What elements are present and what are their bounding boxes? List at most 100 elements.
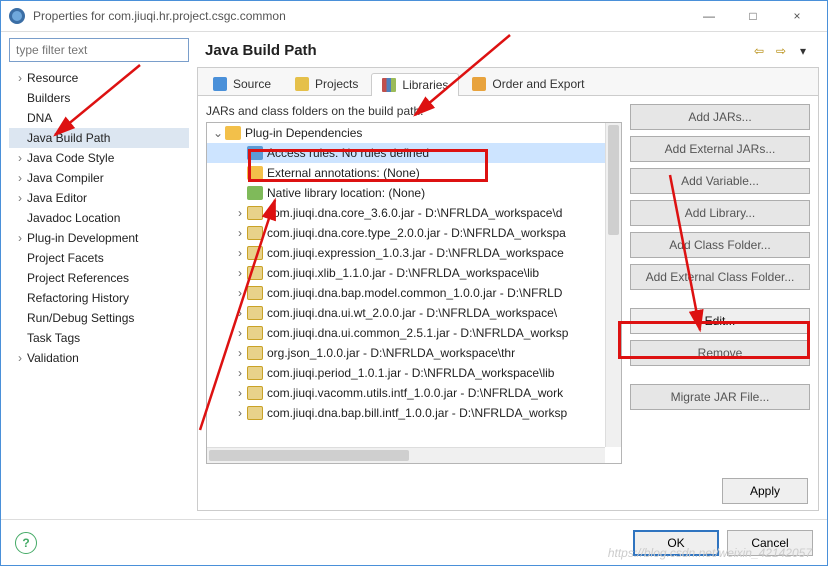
sidebar-item-project-references[interactable]: Project References: [9, 268, 189, 288]
tree-node[interactable]: ›com.jiuqi.dna.ui.common_2.5.1.jar - D:\…: [207, 323, 621, 343]
twisty-icon: ›: [233, 386, 247, 400]
tree-node[interactable]: › com.jiuqi.vacomm.utils.intf_1.0.0.jar -…: [207, 383, 621, 403]
sidebar-item-java-code-style[interactable]: ›Java Code Style: [9, 148, 189, 168]
ok-button[interactable]: OK: [633, 530, 719, 556]
jar-icon: [247, 406, 263, 420]
migrate-jar-button[interactable]: Migrate JAR File...: [630, 384, 810, 410]
tree-node-label: com.jiuqi.dna.bap.model.common_1.0.0.jar…: [267, 286, 562, 300]
add-class-folder-button[interactable]: Add Class Folder...: [630, 232, 810, 258]
sidebar-item-builders[interactable]: Builders: [9, 88, 189, 108]
horizontal-scrollbar[interactable]: [207, 447, 605, 463]
libraries-tree[interactable]: ⌄Plug-in Dependencies Access rules: No r…: [206, 122, 622, 464]
sidebar-item-javadoc-location[interactable]: Javadoc Location: [9, 208, 189, 228]
add-jars-button[interactable]: Add JARs...: [630, 104, 810, 130]
jar-icon: [247, 266, 263, 280]
tab-label: Projects: [315, 77, 358, 91]
sidebar-item-label: Resource: [27, 71, 78, 85]
maximize-button[interactable]: □: [731, 2, 775, 30]
sidebar-item-label: DNA: [27, 111, 52, 125]
jars-label: JARs and class folders on the build path…: [206, 104, 622, 118]
tree-node[interactable]: ›org.json_1.0.0.jar - D:\NFRLDA_workspac…: [207, 343, 621, 363]
jar-icon: [247, 246, 263, 260]
back-icon[interactable]: ⇦: [751, 43, 767, 59]
sidebar-item-label: Refactoring History: [27, 291, 129, 305]
twisty-icon: ›: [233, 406, 247, 420]
sidebar-item-label: Builders: [27, 91, 70, 105]
sidebar-item-resource[interactable]: ›Resource: [9, 68, 189, 88]
twisty-icon: ›: [233, 366, 247, 380]
source-tab-icon: [213, 77, 227, 91]
category-tree[interactable]: ›ResourceBuildersDNAJava Build Path›Java…: [9, 68, 189, 511]
tab-source[interactable]: Source: [202, 72, 282, 95]
forward-icon[interactable]: ⇨: [773, 43, 789, 59]
titlebar[interactable]: Properties for com.jiuqi.hr.project.csgc…: [1, 1, 827, 31]
add-external-class-folder-button[interactable]: Add External Class Folder...: [630, 264, 810, 290]
tree-node[interactable]: ›com.jiuqi.dna.core.type_2.0.0.jar - D:\…: [207, 223, 621, 243]
tab-libraries[interactable]: Libraries: [371, 73, 459, 96]
remove-button[interactable]: Remove: [630, 340, 810, 366]
tree-node-label: Native library location: (None): [267, 186, 425, 200]
vertical-scrollbar[interactable]: [605, 123, 621, 447]
tree-node[interactable]: › com.jiuqi.dna.bap.model.common_1.0.0.ja…: [207, 283, 621, 303]
sidebar-item-refactoring-history[interactable]: Refactoring History: [9, 288, 189, 308]
sidebar-item-dna[interactable]: DNA: [9, 108, 189, 128]
tree-node-plugin-dependencies[interactable]: ⌄Plug-in Dependencies: [207, 123, 621, 143]
add-variable-button[interactable]: Add Variable...: [630, 168, 810, 194]
help-icon[interactable]: ?: [15, 532, 37, 554]
jar-icon: [247, 326, 263, 340]
tree-node[interactable]: External annotations: (None): [207, 163, 621, 183]
twisty-icon: ›: [233, 306, 247, 320]
filter-input[interactable]: [9, 38, 189, 62]
window-title: Properties for com.jiuqi.hr.project.csgc…: [33, 9, 286, 23]
sidebar-item-project-facets[interactable]: Project Facets: [9, 248, 189, 268]
sidebar-item-run-debug-settings[interactable]: Run/Debug Settings: [9, 308, 189, 328]
eclipse-icon: [9, 8, 25, 24]
tree-node[interactable]: ›com.jiuqi.dna.bap.bill.intf_1.0.0.jar -…: [207, 403, 621, 423]
add-library-button[interactable]: Add Library...: [630, 200, 810, 226]
sidebar-item-java-build-path[interactable]: Java Build Path: [9, 128, 189, 148]
cancel-button[interactable]: Cancel: [727, 530, 813, 556]
sidebar-item-java-compiler[interactable]: ›Java Compiler: [9, 168, 189, 188]
twisty-icon: ⌄: [211, 126, 225, 140]
jar-icon: [247, 146, 263, 160]
sidebar-item-label: Project Facets: [27, 251, 104, 265]
sidebar-item-label: Task Tags: [27, 331, 80, 345]
apply-button[interactable]: Apply: [722, 478, 808, 504]
twisty-icon: ›: [233, 346, 247, 360]
twisty-icon: ›: [13, 191, 27, 205]
tree-node[interactable]: ›com.jiuqi.xlib_1.1.0.jar - D:\NFRLDA_wo…: [207, 263, 621, 283]
tree-node-label: com.jiuqi.vacomm.utils.intf_1.0.0.jar - …: [267, 386, 563, 400]
sidebar-item-java-editor[interactable]: ›Java Editor: [9, 188, 189, 208]
dropdown-icon[interactable]: ▾: [795, 43, 811, 59]
properties-dialog: Properties for com.jiuqi.hr.project.csgc…: [0, 0, 828, 566]
tree-node[interactable]: ›com.jiuqi.expression_1.0.3.jar - D:\NFR…: [207, 243, 621, 263]
tree-node[interactable]: Access rules: No rules defined: [207, 143, 621, 163]
sidebar-item-plug-in-development[interactable]: ›Plug-in Development: [9, 228, 189, 248]
edit-button[interactable]: Edit...: [630, 308, 810, 334]
tree-node[interactable]: › com.jiuqi.dna.ui.wt_2.0.0.jar - D:\NFRL…: [207, 303, 621, 323]
close-button[interactable]: ×: [775, 2, 819, 30]
libraries-tab-icon: [382, 78, 396, 92]
add-external-jars-button[interactable]: Add External JARs...: [630, 136, 810, 162]
jar-icon: [247, 386, 263, 400]
jar-icon: [247, 346, 263, 360]
plugin-icon: [225, 126, 241, 140]
sidebar-item-validation[interactable]: ›Validation: [9, 348, 189, 368]
minimize-button[interactable]: —: [687, 2, 731, 30]
tab-projects[interactable]: Projects: [284, 72, 369, 95]
sidebar-item-label: Java Compiler: [27, 171, 104, 185]
sidebar-item-label: Java Code Style: [27, 151, 114, 165]
tree-node-label: com.jiuqi.expression_1.0.3.jar - D:\NFRL…: [267, 246, 564, 260]
sidebar-item-label: Validation: [27, 351, 79, 365]
sidebar-item-task-tags[interactable]: Task Tags: [9, 328, 189, 348]
tree-node[interactable]: Native library location: (None): [207, 183, 621, 203]
tree-node-label: External annotations: (None): [267, 166, 420, 180]
twisty-icon: ›: [233, 326, 247, 340]
twisty-icon: ›: [233, 286, 247, 300]
tree-node[interactable]: ›com.jiuqi.dna.core_3.6.0.jar - D:\NFRLD…: [207, 203, 621, 223]
tree-node-label: com.jiuqi.dna.ui.wt_2.0.0.jar - D:\NFRLD…: [267, 306, 557, 320]
tree-node[interactable]: ›com.jiuqi.period_1.0.1.jar - D:\NFRLDA_…: [207, 363, 621, 383]
dialog-footer: ? OK Cancel: [1, 519, 827, 565]
page-title: Java Build Path: [205, 42, 751, 59]
tab-order-and-export[interactable]: Order and Export: [461, 72, 595, 95]
